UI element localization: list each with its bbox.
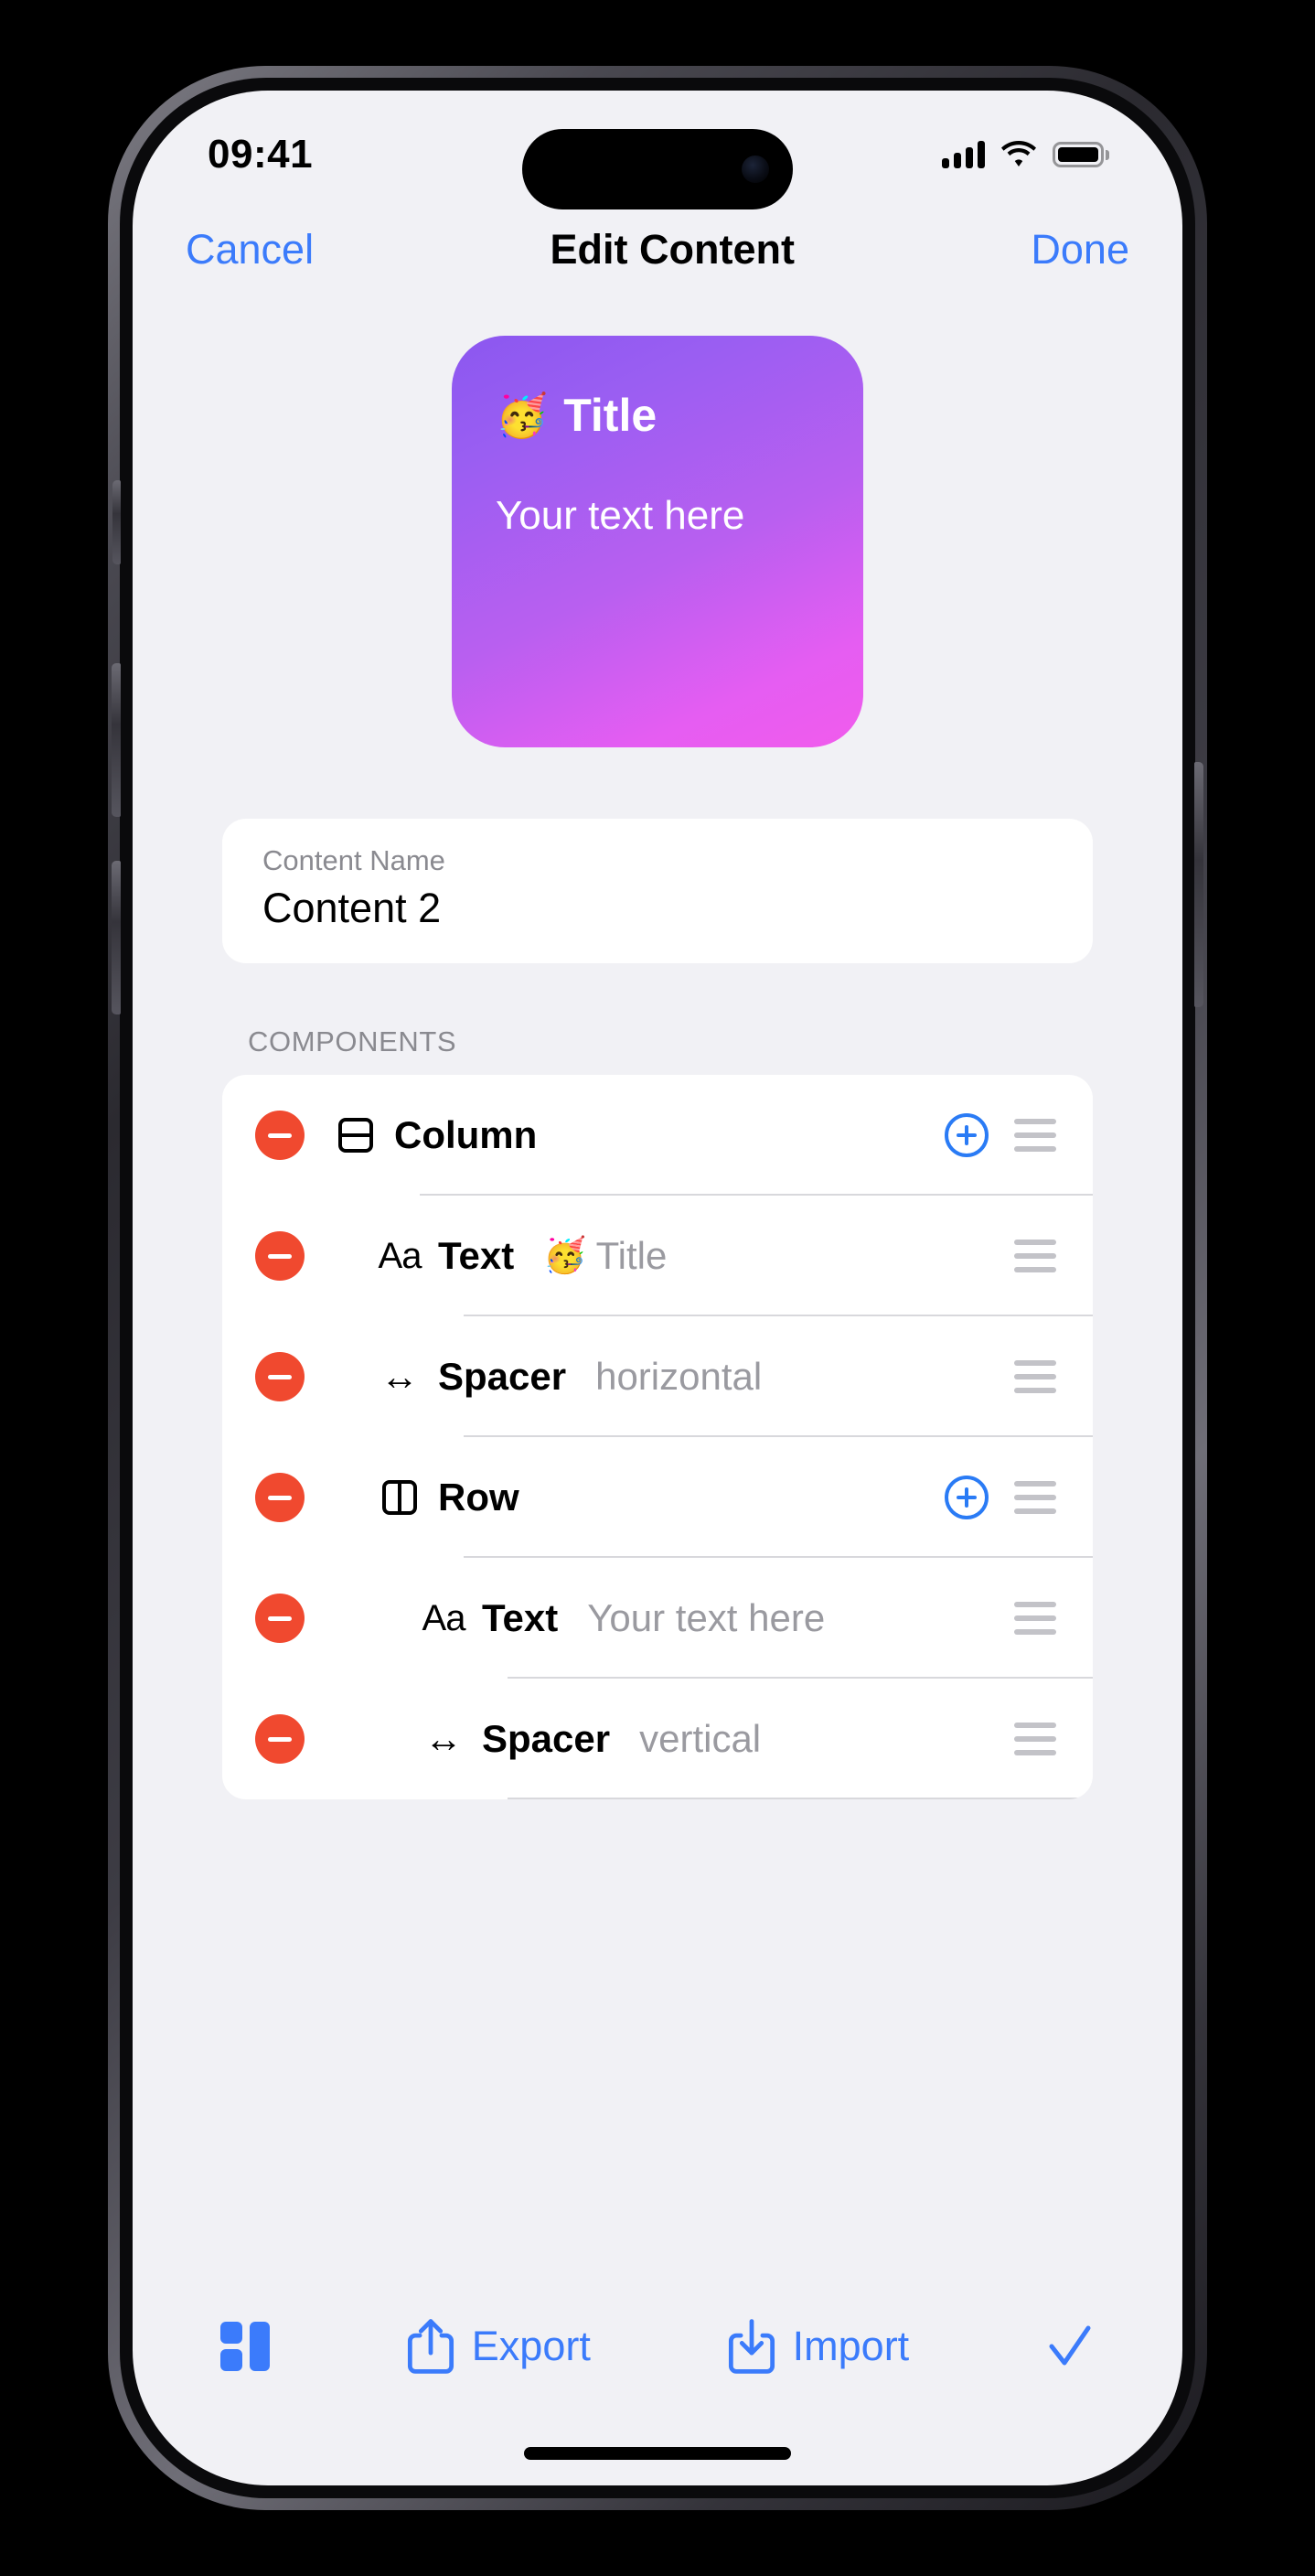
cellular-signal-icon xyxy=(942,141,985,168)
component-row-actions xyxy=(1014,1723,1056,1755)
minus-circle-icon[interactable] xyxy=(255,1594,305,1643)
component-label: Column xyxy=(394,1113,538,1156)
plus-circle-icon[interactable] xyxy=(945,1113,989,1157)
silent-switch-button[interactable] xyxy=(112,480,121,564)
minus-circle-icon[interactable] xyxy=(255,1473,305,1522)
component-value: vertical xyxy=(639,1717,761,1761)
party-face-emoji: 🥳 xyxy=(496,392,549,439)
scroll-content: 🥳 Title Your text here Content Name Cont… xyxy=(133,301,1182,2302)
preview-title-text: Title xyxy=(563,390,658,441)
component-row-actions xyxy=(945,1113,1056,1157)
component-row-actions xyxy=(1014,1240,1056,1272)
iphone-device-frame: 09:41 Cancel Edit Content Done 🥳 Title Y… xyxy=(108,66,1207,2510)
component-label: Row xyxy=(438,1476,519,1519)
column-split-icon xyxy=(336,1115,376,1155)
component-value-text: Title xyxy=(595,1234,668,1277)
dynamic-island xyxy=(522,129,793,209)
component-value: Your text here xyxy=(587,1596,825,1640)
drag-handle-icon[interactable] xyxy=(1014,1240,1056,1272)
components-section-header: COMPONENTS xyxy=(248,1025,457,1057)
components-list: Column Aa Text 🥳 Title ↔ Spacer horizont… xyxy=(222,1075,1093,1799)
minus-circle-icon[interactable] xyxy=(255,1231,305,1281)
minus-circle-icon[interactable] xyxy=(255,1111,305,1160)
component-row-spacer-vertical[interactable]: ↔ Spacer vertical xyxy=(222,1679,1093,1799)
device-bezel: 09:41 Cancel Edit Content Done 🥳 Title Y… xyxy=(112,78,1203,2498)
component-value: horizontal xyxy=(595,1355,762,1399)
layout-button[interactable] xyxy=(220,2322,270,2371)
import-label: Import xyxy=(792,2323,910,2369)
component-label: Spacer xyxy=(438,1355,567,1398)
component-row-body: Aa Text 🥳 Title xyxy=(378,1234,1014,1278)
preview-section: 🥳 Title Your text here xyxy=(133,301,1182,747)
power-button[interactable] xyxy=(1194,762,1203,1007)
component-row-body: Row xyxy=(380,1476,945,1519)
status-bar-indicators xyxy=(926,141,1109,168)
component-row-row[interactable]: Row xyxy=(222,1437,1093,1558)
drag-handle-icon[interactable] xyxy=(1014,1481,1056,1514)
component-row-spacer-horizontal[interactable]: ↔ Spacer horizontal xyxy=(222,1316,1093,1437)
component-label: Text xyxy=(438,1234,515,1277)
party-face-emoji: 🥳 xyxy=(543,1237,587,1275)
text-aa-icon: Aa xyxy=(422,1597,466,1638)
component-value-text: vertical xyxy=(639,1717,762,1760)
component-row-actions xyxy=(945,1476,1056,1519)
drag-handle-icon[interactable] xyxy=(1014,1360,1056,1393)
component-label: Spacer xyxy=(482,1717,611,1760)
plus-circle-icon[interactable] xyxy=(945,1476,989,1519)
drag-handle-icon[interactable] xyxy=(1014,1723,1056,1755)
component-row-actions xyxy=(1014,1360,1056,1393)
component-row-column[interactable]: Column xyxy=(222,1075,1093,1196)
confirm-button[interactable] xyxy=(1045,2322,1095,2371)
component-row-body: Aa Text Your text here xyxy=(422,1596,1014,1640)
done-button[interactable]: Done xyxy=(1031,226,1129,274)
phone-screen: 09:41 Cancel Edit Content Done 🥳 Title Y… xyxy=(133,91,1182,2485)
minus-circle-icon[interactable] xyxy=(255,1714,305,1764)
export-label: Export xyxy=(471,2323,591,2369)
component-value: 🥳 Title xyxy=(543,1234,667,1278)
component-value-text: horizontal xyxy=(595,1355,763,1398)
content-name-field[interactable]: Content Name Content 2 xyxy=(222,819,1093,963)
content-preview-card[interactable]: 🥳 Title Your text here xyxy=(452,336,863,747)
checkmark-icon xyxy=(1049,2325,1091,2366)
minus-circle-icon[interactable] xyxy=(255,1352,305,1401)
component-row-body: ↔ Spacer horizontal xyxy=(380,1355,1014,1399)
battery-icon xyxy=(1053,142,1109,167)
component-row-actions xyxy=(1014,1602,1056,1635)
component-label: Text xyxy=(482,1596,559,1639)
layout-grid-icon xyxy=(220,2322,270,2371)
text-aa-icon: Aa xyxy=(378,1235,422,1276)
status-bar-time: 09:41 xyxy=(208,132,314,177)
arrows-horizontal-icon: ↔ xyxy=(380,1355,419,1398)
front-camera-icon xyxy=(742,156,769,183)
download-icon xyxy=(728,2319,775,2374)
bottom-toolbar: Export Import xyxy=(133,2302,1182,2390)
arrows-horizontal-icon: ↔ xyxy=(424,1717,463,1760)
navigation-bar: Cancel Edit Content Done xyxy=(133,199,1182,301)
drag-handle-icon[interactable] xyxy=(1014,1602,1056,1635)
component-value-text: Your text here xyxy=(587,1596,826,1639)
component-row-text-body[interactable]: Aa Text Your text here xyxy=(222,1558,1093,1679)
export-button[interactable]: Export xyxy=(406,2318,591,2375)
preview-title-row: 🥳 Title xyxy=(496,389,819,442)
home-indicator[interactable] xyxy=(524,2447,791,2460)
component-row-body: ↔ Spacer vertical xyxy=(423,1717,1014,1761)
content-name-label: Content Name xyxy=(262,844,445,876)
preview-spacer xyxy=(496,442,819,493)
content-name-input[interactable]: Content 2 xyxy=(262,885,1053,932)
cancel-button[interactable]: Cancel xyxy=(186,226,314,274)
preview-body-text: Your text here xyxy=(496,493,745,538)
row-split-icon xyxy=(380,1477,420,1518)
share-up-icon xyxy=(407,2319,454,2374)
drag-handle-icon[interactable] xyxy=(1014,1119,1056,1152)
volume-down-button[interactable] xyxy=(112,861,121,1014)
page-title: Edit Content xyxy=(550,226,795,273)
wifi-icon xyxy=(1001,141,1036,166)
component-row-body: Column xyxy=(336,1113,945,1157)
component-row-text-title[interactable]: Aa Text 🥳 Title xyxy=(222,1196,1093,1316)
volume-up-button[interactable] xyxy=(112,663,121,817)
screenshot-root: 09:41 Cancel Edit Content Done 🥳 Title Y… xyxy=(0,0,1315,2576)
import-button[interactable]: Import xyxy=(727,2318,910,2375)
